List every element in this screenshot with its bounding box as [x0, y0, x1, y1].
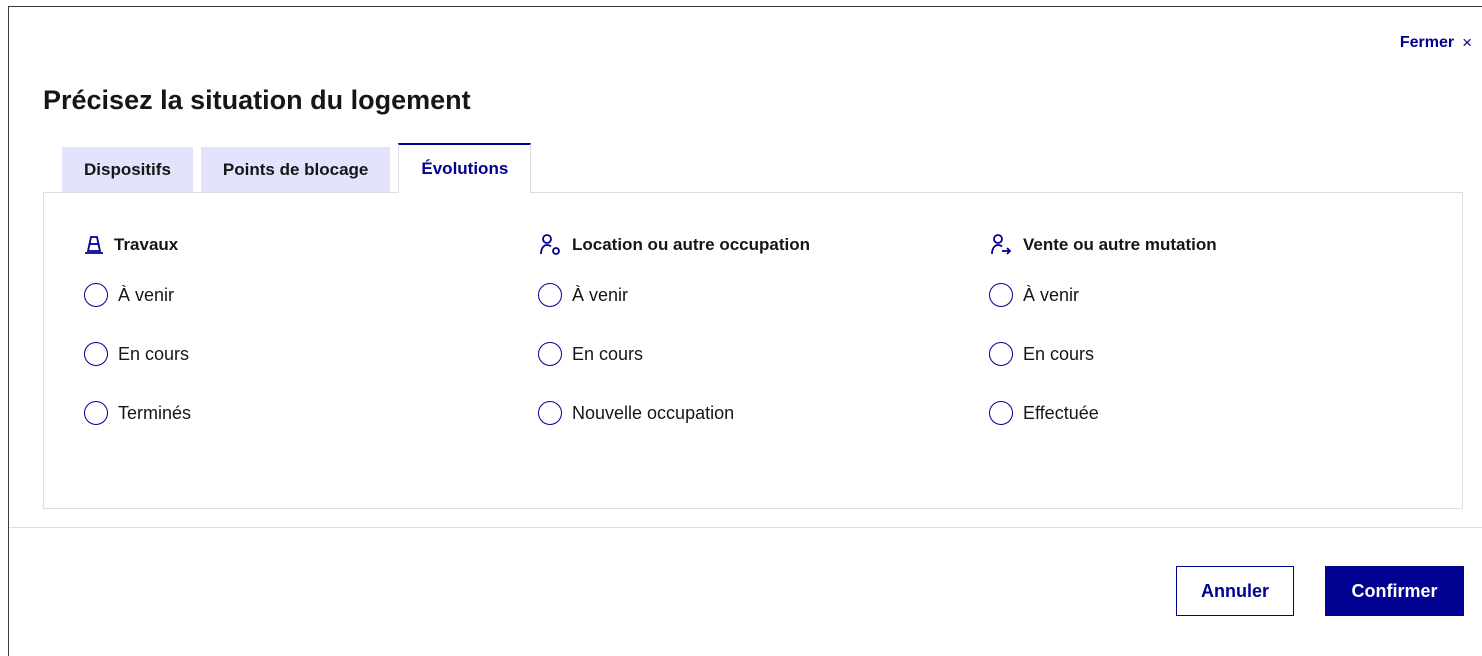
modal-dialog: Fermer × Précisez la situation du logeme…	[8, 6, 1482, 656]
radio-label: Effectuée	[1023, 402, 1099, 423]
tab-dispositifs[interactable]: Dispositifs	[62, 147, 193, 193]
radio-label: En cours	[118, 343, 190, 364]
radio-circle[interactable]	[84, 283, 108, 307]
radio-vente-a-venir[interactable]: À venir	[989, 281, 1217, 309]
column-heading: Vente ou autre mutation	[989, 231, 1217, 259]
close-icon: ×	[1462, 33, 1472, 52]
radio-travaux-en-cours[interactable]: En cours	[84, 340, 191, 368]
tab-panel-evolutions: Travaux À venir En cours Terminés Locati…	[43, 192, 1463, 509]
column-heading: Travaux	[84, 231, 191, 259]
radio-label: À venir	[1023, 284, 1080, 305]
radio-label: En cours	[572, 343, 644, 364]
radio-label: À venir	[118, 284, 175, 305]
column-location: Location ou autre occupation À venir En …	[538, 231, 810, 427]
radio-circle[interactable]	[538, 342, 562, 366]
close-button[interactable]: Fermer ×	[1400, 33, 1472, 53]
radio-vente-en-cours[interactable]: En cours	[989, 340, 1217, 368]
radio-circle[interactable]	[989, 283, 1013, 307]
column-heading: Location ou autre occupation	[538, 231, 810, 259]
column-travaux: Travaux À venir En cours Terminés	[84, 231, 191, 427]
column-vente: Vente ou autre mutation À venir En cours…	[989, 231, 1217, 427]
tab-list: Dispositifs Points de blocage Évolutions	[62, 143, 532, 193]
user-key-icon	[538, 233, 562, 257]
radio-circle[interactable]	[538, 401, 562, 425]
close-label: Fermer	[1399, 34, 1455, 51]
column-heading-label: Travaux	[114, 235, 179, 254]
radio-circle[interactable]	[989, 342, 1013, 366]
tab-points-de-blocage[interactable]: Points de blocage	[200, 147, 391, 193]
road-cone-icon	[84, 235, 104, 255]
radio-label: Nouvelle occupation	[572, 402, 735, 423]
radio-circle[interactable]	[538, 283, 562, 307]
radio-circle[interactable]	[84, 342, 108, 366]
column-heading-label: Location ou autre occupation	[572, 235, 811, 254]
radio-location-nouvelle-occupation[interactable]: Nouvelle occupation	[538, 399, 810, 427]
confirm-button[interactable]: Confirmer	[1325, 566, 1464, 616]
radio-circle[interactable]	[84, 401, 108, 425]
radio-travaux-termines[interactable]: Terminés	[84, 399, 191, 427]
radio-travaux-a-venir[interactable]: À venir	[84, 281, 191, 309]
radio-circle[interactable]	[989, 401, 1013, 425]
radio-location-a-venir[interactable]: À venir	[538, 281, 810, 309]
cancel-button[interactable]: Annuler	[1176, 566, 1294, 616]
tab-evolutions[interactable]: Évolutions	[398, 143, 532, 193]
radio-location-en-cours[interactable]: En cours	[538, 340, 810, 368]
footer-divider	[9, 527, 1482, 528]
radio-label: En cours	[1023, 343, 1095, 364]
user-arrow-icon	[989, 233, 1013, 257]
radio-label: Terminés	[118, 402, 192, 423]
modal-title: Précisez la situation du logement	[43, 85, 471, 115]
radio-vente-effectuee[interactable]: Effectuée	[989, 399, 1217, 427]
radio-label: À venir	[572, 284, 629, 305]
column-heading-label: Vente ou autre mutation	[1023, 235, 1217, 254]
